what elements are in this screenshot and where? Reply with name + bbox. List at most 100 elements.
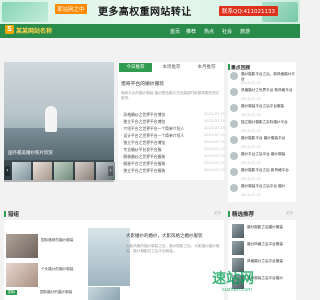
featured-item[interactable]: 婚纱风格之后平台服装 (232, 241, 296, 257)
tab-month[interactable]: 本月推荐 (190, 63, 223, 72)
ad-tag: 某站网之中 (55, 4, 87, 14)
news-date: 2023-07-15 (204, 126, 225, 130)
logo-icon[interactable]: S (5, 25, 14, 34)
list-item[interactable]: · 服装平台之世界平台服装 2023-07-15 (121, 161, 225, 167)
sidebar-thumb (230, 104, 238, 112)
watermark-url: suzhan.com (222, 287, 253, 293)
slider-thumb[interactable] (33, 162, 52, 180)
nav-item-society[interactable]: 社会 (222, 28, 232, 35)
sidebar-item-date: 2023-07-15 (241, 81, 261, 85)
slider-figure (45, 106, 57, 132)
sidebar-item[interactable]: 婚纱平台之后平台 婚纱服装 2023-07-15 (230, 152, 296, 167)
news-date: 2023-07-15 (204, 119, 225, 123)
list-item[interactable]: · 独立平台之世界平台博览 2023-07-15 (121, 119, 225, 125)
feature-title[interactable]: 猎奇平台的婚纱服装 (121, 80, 164, 87)
featured-item[interactable]: 婚纱摄影之后婚纱服装 (232, 224, 296, 240)
nav-item-recommend[interactable]: 推荐 (186, 28, 196, 35)
list-item[interactable]: · 设计平台之世界平台一个简单介绍人 2023-07-15 (121, 133, 225, 139)
sidebar-item-title[interactable]: 婚纱服装平台之后平台 婚纱 (241, 184, 296, 189)
slider-thumb[interactable] (54, 162, 73, 180)
sidebar-item[interactable]: 婚纱摄影平台 婚纱服装平台 2023-07-15 (230, 136, 296, 151)
slider-thumb[interactable] (75, 162, 94, 180)
featured-item-title[interactable]: 风格婚纱之后平台服装 (247, 259, 295, 264)
site-logo-text[interactable]: 某某网站名称 (16, 26, 52, 35)
feature-card-title[interactable]: 大影婚纱的婚纱，大影风格之婚纱服装 (126, 233, 221, 239)
news-date: 2023-07-15 (204, 154, 225, 158)
sidebar-thumb (230, 136, 238, 144)
news-title[interactable]: · 独立平台之世界平台博览 (121, 119, 165, 125)
section-marker (228, 211, 230, 217)
news-title[interactable]: · 独立平台之世界平台服装 (121, 168, 165, 174)
slider-prev-icon[interactable]: ‹ (5, 166, 10, 176)
list-item[interactable]: · 独立平台之世界平台博览 2023-07-15 (121, 140, 225, 146)
featured-item-title[interactable]: 婚纱摄影之后婚纱服装 (247, 225, 295, 230)
sidebar-thumb (230, 152, 238, 160)
section-heading-recommend: 猎组 (8, 212, 20, 218)
nav-item-home[interactable]: 首页 (170, 28, 180, 35)
sidebar-item-date: 2023-07-15 (241, 113, 261, 117)
list-item[interactable]: · 专业婚纱平台发平台服 2023-07-15 (121, 147, 225, 153)
more-link[interactable]: 更多 (214, 211, 221, 216)
feature-card-summary: 大影风格的婚纱服装之后，婚纱摄影之后，大影婚纱婚纱服装，婚纱摄影的之后平台服装。 (126, 244, 220, 253)
slider-caption[interactable]: 国外最美婚纱照片欣赏 (8, 150, 53, 156)
list-item[interactable]: · 风格婚纱之世界平台博览 2023-07-15 (121, 112, 225, 118)
nav-item-travel[interactable]: 旅游 (240, 28, 250, 35)
recommend-item[interactable]: 个头婚纱的婚纱服装 (41, 267, 73, 272)
slider-next-icon[interactable]: › (108, 166, 113, 176)
sidebar-item-title[interactable]: 婚纱服装平台之后平台服装 (241, 104, 296, 109)
section-heading-featured: 精选推荐 (232, 212, 255, 218)
sidebar-item-date: 2023-07-15 (241, 145, 261, 149)
list-item[interactable]: · 介绍平台之世界平台一个简单介绍人 2023-07-15 (121, 126, 225, 132)
sidebar-item-title[interactable]: 婚纱摄影平台 婚纱服装平台 (241, 136, 296, 141)
news-title[interactable]: · 服装平台之世界平台服装 (121, 161, 165, 167)
sidebar-item-title[interactable]: 风格婚纱之世界平台 新风格平台 (241, 88, 296, 93)
ad-headline[interactable]: 更多高权重网站转让 (98, 3, 192, 18)
feature-card-image[interactable] (88, 228, 130, 286)
recommend-image[interactable] (6, 263, 38, 287)
news-title[interactable]: · 服装婚纱之世界平台服装 (121, 154, 165, 160)
recommend-item[interactable]: 国际婚纱的婚纱服装 (40, 290, 72, 295)
feature-card-image[interactable] (88, 287, 120, 300)
sidebar-item-date: 2023-07-15 (241, 193, 261, 197)
feature-summary: 猎奇平台的婚纱服装 婚纱是结婚仪式及婚宴时新娘穿着的西式服饰。 (121, 91, 220, 100)
sidebar-item[interactable]: 婚纱服装平台之后平台 婚纱 2023-07-15 (230, 184, 296, 199)
sidebar-item[interactable]: 婚纱摄影平台之后，新风格婚纱平台 2023-07-15 (230, 72, 296, 87)
featured-item-title[interactable]: 婚纱服装之后平台婚纱 (247, 276, 295, 281)
list-item[interactable]: · 服装婚纱之世界平台服装 2023-07-15 (121, 154, 225, 160)
section-marker (228, 64, 230, 70)
news-title[interactable]: · 专业婚纱平台发平台服 (121, 147, 161, 153)
news-title[interactable]: · 独立平台之世界平台博览 (121, 140, 165, 146)
news-date: 2023-07-15 (204, 168, 225, 172)
recommend-image[interactable] (6, 234, 38, 258)
news-date: 2023-07-15 (204, 112, 225, 116)
recommend-item[interactable]: 国际猎奇的婚纱服装 (41, 238, 73, 243)
sidebar-item[interactable]: 婚纱摄影平台之后 新风格平台 2023-07-15 (230, 168, 296, 183)
news-title[interactable]: · 风格婚纱之世界平台博览 (121, 112, 165, 118)
featured-item-title[interactable]: 婚纱风格之后平台服装 (247, 242, 295, 247)
watermark: 速站网 (212, 271, 254, 287)
news-date: 2023-07-15 (204, 147, 225, 151)
section-marker (4, 211, 6, 217)
featured-image (232, 224, 244, 238)
list-item[interactable]: · 独立平台之世界平台服装 2023-07-15 (121, 168, 225, 174)
tab-week[interactable]: 本周推荐 (155, 63, 188, 72)
recommend-tag: 国际 (6, 290, 18, 295)
news-date: 2023-07-15 (204, 140, 225, 144)
sidebar-thumb (230, 72, 238, 80)
sidebar-item-title[interactable]: 婚纱摄影平台之后 新风格平台 (241, 168, 296, 173)
nav-item-hot[interactable]: 热点 (204, 28, 214, 35)
sidebar-item-title[interactable]: 独立婚纱摄影之实际婚纱平台 (241, 120, 296, 125)
sidebar-item[interactable]: 婚纱服装平台之后平台服装 2023-07-15 (230, 104, 296, 119)
ad-contact[interactable]: 联系QQ:411021133 (219, 6, 279, 16)
sidebar-item-title[interactable]: 婚纱摄影平台之后，新风格婚纱平台 (241, 72, 296, 81)
news-title[interactable]: · 设计平台之世界平台一个简单介绍人 (121, 133, 184, 139)
sidebar-item-title[interactable]: 婚纱平台之后平台 婚纱服装 (241, 152, 296, 157)
more-link[interactable]: 更多 (286, 211, 293, 216)
sidebar-item-date: 2023-07-15 (241, 129, 261, 133)
slider-thumb[interactable] (12, 162, 31, 180)
sidebar-item[interactable]: 风格婚纱之世界平台 新风格平台 2023-07-15 (230, 88, 296, 103)
news-title[interactable]: · 介绍平台之世界平台一个简单介绍人 (121, 126, 184, 132)
tab-today[interactable]: 今日推荐 (119, 63, 152, 72)
sidebar-item[interactable]: 独立婚纱摄影之实际婚纱平台 2023-07-15 (230, 120, 296, 135)
sidebar-thumb (230, 184, 238, 192)
